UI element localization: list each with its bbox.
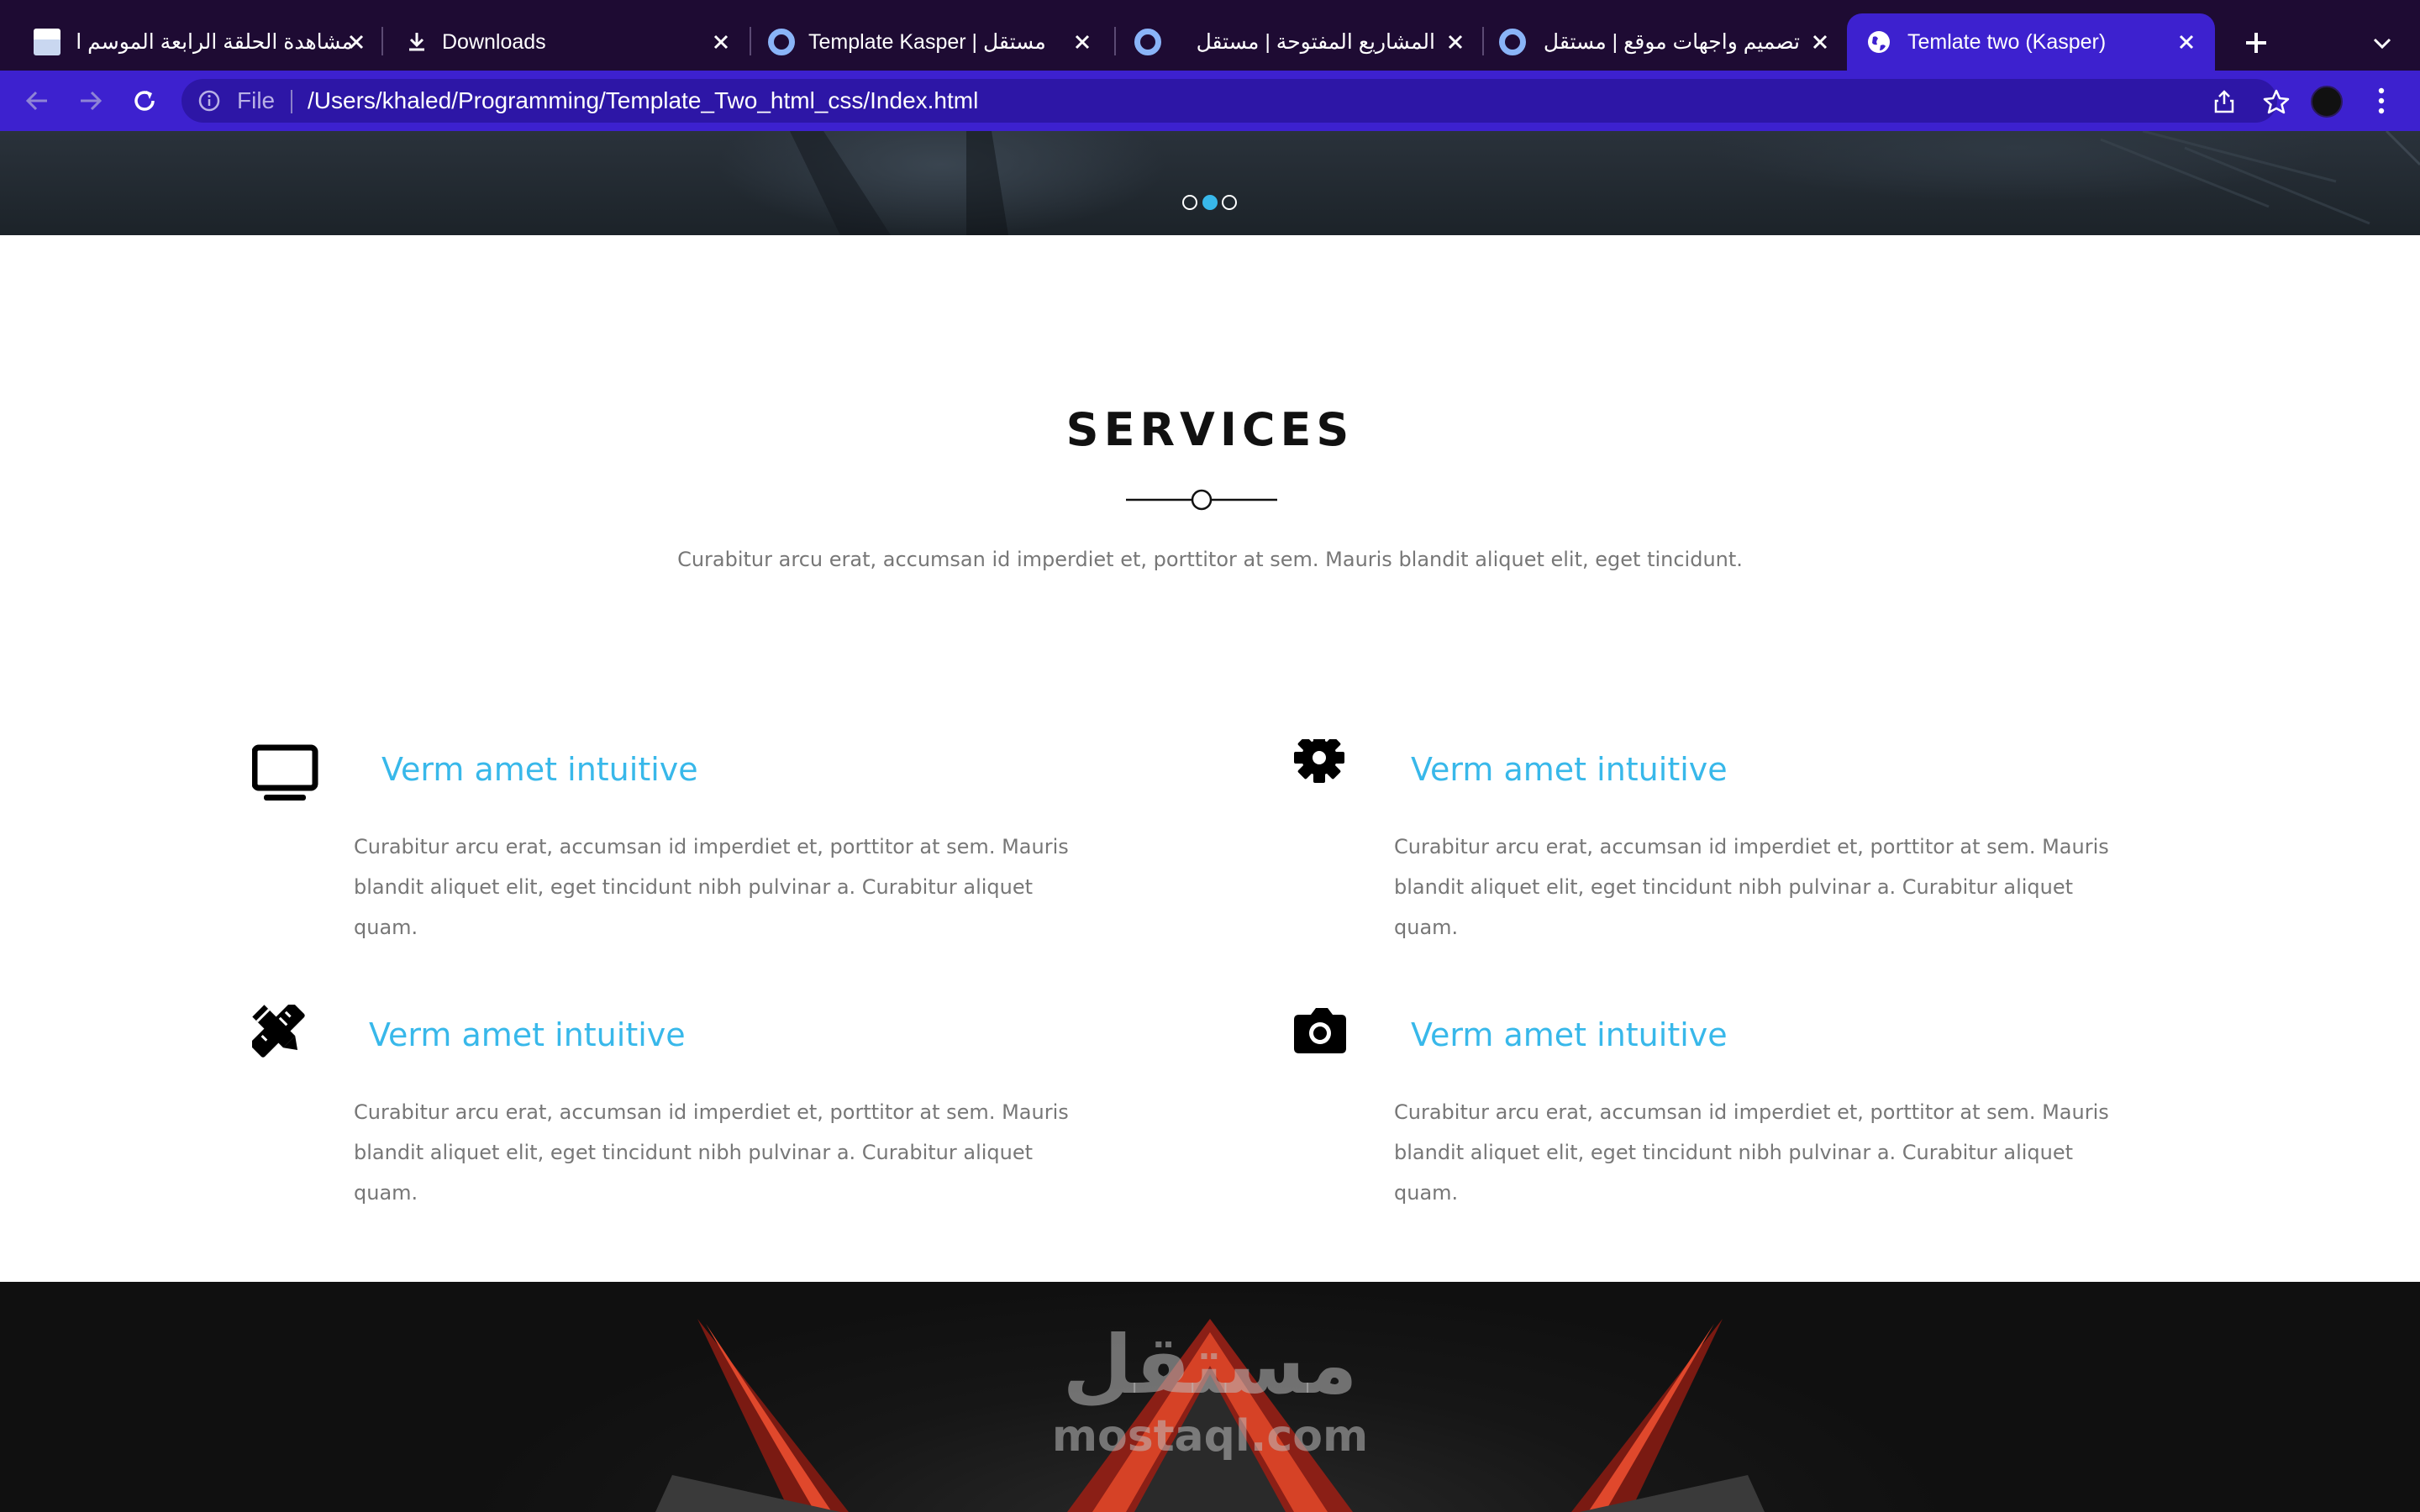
tab-title: مشاهدة الحلقة الرابعة الموسم ال <box>76 30 353 54</box>
new-tab-button[interactable] <box>2235 13 2277 71</box>
tab-title: Template Kasper | مستقل <box>808 30 1046 54</box>
plus-icon <box>2246 33 2266 53</box>
tab-title: تصميم واجهات موقع | مستقل <box>1543 30 1800 54</box>
more-menu-icon[interactable] <box>2371 84 2391 118</box>
pencil-ruler-icon <box>252 1005 305 1058</box>
tab-title: Downloads <box>442 30 546 54</box>
title-divider <box>1126 489 1277 511</box>
camera-icon <box>1294 1008 1346 1053</box>
close-tab-icon[interactable] <box>343 29 370 55</box>
tab-title: Temlate two (Kasper) <box>1907 30 2107 54</box>
services-section: SERVICES Curabitur arcu erat, accumsan i… <box>0 235 2420 1282</box>
address-bar[interactable]: File /Users/khaled/Programming/Template_… <box>182 79 2290 123</box>
tab-open-projects[interactable]: المشاريع المفتوحة | مستقل <box>1119 13 1476 71</box>
browser-tabstrip: مشاهدة الحلقة الرابعة الموسم ال Download… <box>0 0 2420 71</box>
share-icon[interactable] <box>2212 89 2237 114</box>
section-title: SERVICES <box>1065 403 1355 456</box>
hero-background-image <box>790 131 2420 235</box>
reload-icon[interactable] <box>129 86 160 116</box>
service-item: Verm amet intuitive Curabitur arcu erat,… <box>1294 1005 2134 1223</box>
scheme-label: File <box>237 87 276 113</box>
watermark-arabic: مستقل <box>1062 1318 1358 1412</box>
tab-episode[interactable]: مشاهدة الحلقة الرابعة الموسم ال <box>17 13 370 71</box>
close-tab-icon[interactable] <box>1807 29 1833 55</box>
watermark-latin: mostaql.com <box>1051 1411 1369 1462</box>
service-item: Verm amet intuitive Curabitur arcu erat,… <box>1294 739 2134 958</box>
gear-icon <box>1294 739 1344 783</box>
service-text: Curabitur arcu erat, accumsan id imperdi… <box>354 835 1069 939</box>
mostaql-watermark-logo: مستقل mostaql.com <box>1042 1319 1378 1487</box>
mostaql-ring-icon <box>768 29 795 55</box>
service-text: Curabitur arcu erat, accumsan id imperdi… <box>1394 835 2109 939</box>
forward-icon[interactable] <box>76 86 106 116</box>
tv-icon <box>252 744 318 801</box>
close-tab-icon[interactable] <box>2173 29 2200 55</box>
mostaql-ring-icon <box>1134 29 1161 55</box>
site-thumbnail-icon <box>34 29 60 55</box>
tab-template-kasper[interactable]: Template Kasper | مستقل <box>755 13 1107 71</box>
scheme-divider <box>291 90 292 113</box>
mostaql-ring-icon <box>1499 29 1526 55</box>
back-icon[interactable] <box>22 86 52 116</box>
chevron-down-icon <box>2373 38 2391 50</box>
section-intro: Curabitur arcu erat, accumsan id imperdi… <box>677 548 1743 571</box>
tab-separator <box>1482 27 1484 55</box>
browser-toolbar: File /Users/khaled/Programming/Template_… <box>0 71 2420 131</box>
slider-bullet[interactable] <box>1182 195 1197 210</box>
url-text[interactable]: /Users/khaled/Programming/Template_Two_h… <box>308 79 978 123</box>
close-tab-icon[interactable] <box>708 29 734 55</box>
tab-separator <box>381 27 383 55</box>
service-item: Verm amet intuitive Curabitur arcu erat,… <box>252 1005 1092 1223</box>
service-title: Verm amet intuitive <box>381 751 698 788</box>
tab-interface-design[interactable]: تصميم واجهات موقع | مستقل <box>1487 13 1840 71</box>
hero-slider <box>0 131 2420 235</box>
slider-bullet[interactable] <box>1222 195 1237 210</box>
service-title: Verm amet intuitive <box>1411 1016 1728 1053</box>
globe-icon <box>1868 31 1890 53</box>
service-title: Verm amet intuitive <box>369 1016 686 1053</box>
tab-downloads[interactable]: Downloads <box>387 13 748 71</box>
tab-separator <box>1114 27 1116 55</box>
service-title: Verm amet intuitive <box>1411 751 1728 788</box>
service-item: Verm amet intuitive Curabitur arcu erat,… <box>252 739 1092 958</box>
slider-bullet-active[interactable] <box>1202 195 1218 210</box>
close-tab-icon[interactable] <box>1442 29 1469 55</box>
close-tab-icon[interactable] <box>1069 29 1096 55</box>
profile-avatar[interactable] <box>2311 86 2343 118</box>
next-section-background: مستقل mostaql.com <box>0 1282 2420 1512</box>
tab-search-button[interactable] <box>2366 13 2400 71</box>
tab-separator <box>750 27 751 55</box>
service-text: Curabitur arcu erat, accumsan id imperdi… <box>354 1100 1069 1205</box>
tab-title: المشاريع المفتوحة | مستقل <box>1196 30 1435 54</box>
download-icon <box>409 33 424 51</box>
info-icon[interactable] <box>198 90 220 112</box>
tab-active-kasper[interactable]: Temlate two (Kasper) <box>1847 13 2215 71</box>
service-text: Curabitur arcu erat, accumsan id imperdi… <box>1394 1100 2109 1205</box>
bookmark-star-icon[interactable] <box>2262 87 2291 116</box>
